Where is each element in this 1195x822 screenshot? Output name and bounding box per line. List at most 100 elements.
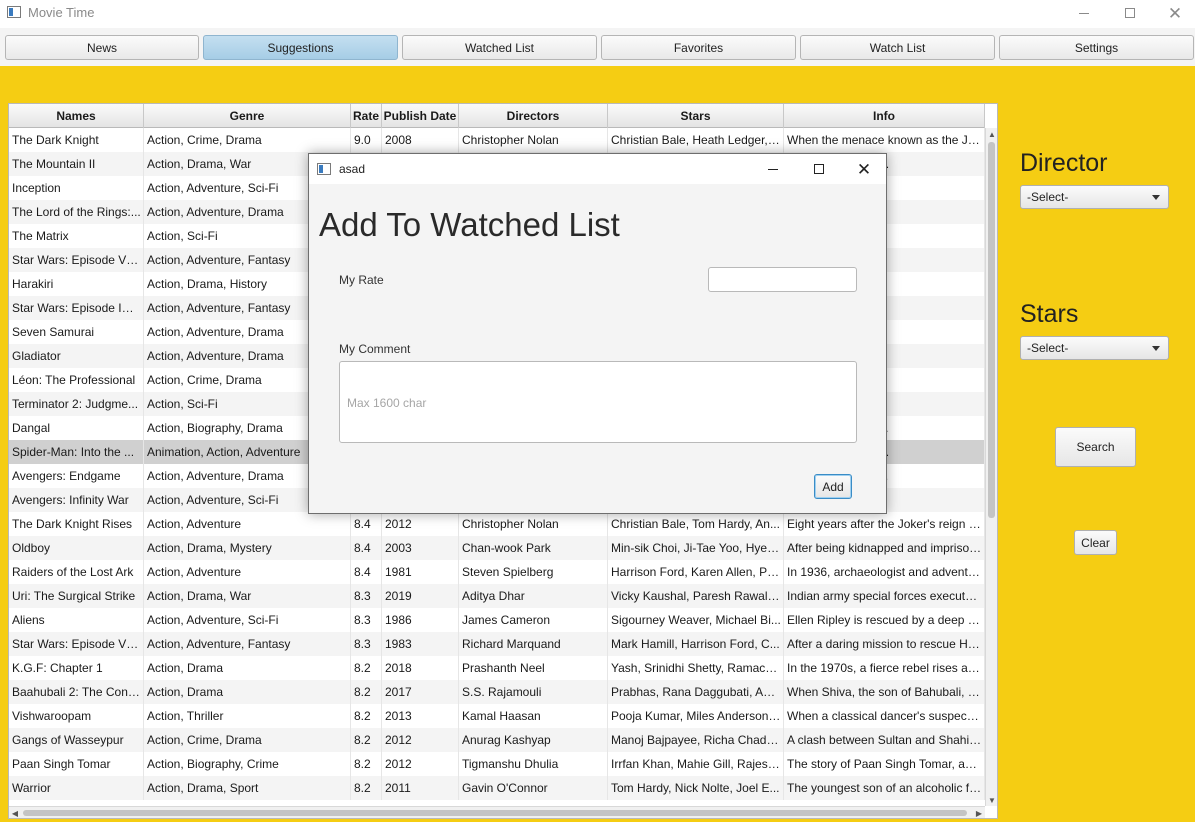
search-button[interactable]: Search [1055, 427, 1136, 467]
table-cell: Action, Drama [144, 656, 351, 680]
my-rate-input[interactable] [708, 267, 857, 292]
table-cell: Action, Drama [144, 680, 351, 704]
table-cell: Action, Crime, Drama [144, 728, 351, 752]
table-row[interactable]: Baahubali 2: The Conc... Action, Drama 8.2… [9, 680, 985, 704]
tab-news[interactable]: News [5, 35, 199, 60]
minimize-button[interactable] [1061, 0, 1107, 26]
table-cell: Star Wars: Episode IV ... [9, 296, 144, 320]
table-cell: Harakiri [9, 272, 144, 296]
table-cell: 2019 [382, 584, 459, 608]
table-row[interactable]: The Dark Knight Action, Crime, Drama 9.0 20… [9, 128, 985, 152]
clear-button[interactable]: Clear [1074, 530, 1117, 555]
my-rate-label: My Rate [339, 273, 384, 287]
table-cell: Christopher Nolan [459, 512, 608, 536]
table-cell: Gangs of Wasseypur [9, 728, 144, 752]
dialog-maximize-button[interactable] [796, 156, 842, 182]
stars-select[interactable]: -Select- [1020, 336, 1169, 360]
tab-suggestions[interactable]: Suggestions [203, 35, 398, 60]
horizontal-scroll-thumb[interactable] [23, 810, 967, 816]
scroll-right-icon[interactable]: ▶ [973, 807, 985, 818]
table-cell: Harrison Ford, Karen Allen, Pa... [608, 560, 784, 584]
table-row[interactable]: Warrior Action, Drama, Sport 8.2 2011 Gavin … [9, 776, 985, 800]
table-cell: Raiders of the Lost Ark [9, 560, 144, 584]
column-header-publish-date[interactable]: Publish Date [382, 104, 459, 128]
table-header: Names Genre Rate Publish Date Directors … [9, 104, 985, 128]
dialog-minimize-button[interactable] [750, 156, 796, 182]
table-cell: Christian Bale, Heath Ledger, ... [608, 128, 784, 152]
table-row[interactable]: Oldboy Action, Drama, Mystery 8.4 2003 Chan-… [9, 536, 985, 560]
table-row[interactable]: Star Wars: Episode VI ... Action, Adventu… [9, 632, 985, 656]
table-cell: Oldboy [9, 536, 144, 560]
table-cell: K.G.F: Chapter 1 [9, 656, 144, 680]
table-cell: Paan Singh Tomar [9, 752, 144, 776]
table-row[interactable]: K.G.F: Chapter 1 Action, Drama 8.2 2018 Pras… [9, 656, 985, 680]
table-cell: After being kidnapped and imprisoned [784, 536, 985, 560]
table-cell: 2017 [382, 680, 459, 704]
table-cell: Action, Drama, Sport [144, 776, 351, 800]
tab-settings[interactable]: Settings [999, 35, 1194, 60]
table-cell: Terminator 2: Judgme... [9, 392, 144, 416]
table-row[interactable]: Aliens Action, Adventure, Sci-Fi 8.3 1986 Ja… [9, 608, 985, 632]
table-cell: The Matrix [9, 224, 144, 248]
table-cell: Vicky Kaushal, Paresh Rawal, ... [608, 584, 784, 608]
table-cell: The Dark Knight Rises [9, 512, 144, 536]
table-cell: 2012 [382, 728, 459, 752]
table-cell: Aliens [9, 608, 144, 632]
table-row[interactable]: Paan Singh Tomar Action, Biography, Crime… [9, 752, 985, 776]
table-cell: The Lord of the Rings:... [9, 200, 144, 224]
table-row[interactable]: Raiders of the Lost Ark Action, Adventure… [9, 560, 985, 584]
table-cell: In 1936, archaeologist and adventurer [784, 560, 985, 584]
table-cell: Aditya Dhar [459, 584, 608, 608]
table-cell: Avengers: Endgame [9, 464, 144, 488]
tab-watched-list[interactable]: Watched List [402, 35, 597, 60]
table-cell: Uri: The Surgical Strike [9, 584, 144, 608]
add-button[interactable]: Add [814, 474, 852, 499]
horizontal-scrollbar[interactable]: ◀ ▶ [9, 806, 985, 818]
table-row[interactable]: Vishwaroopam Action, Thriller 8.2 2013 Kamal… [9, 704, 985, 728]
close-icon: ✕ [856, 159, 872, 179]
vertical-scroll-thumb[interactable] [988, 142, 995, 518]
table-cell: Min-sik Choi, Ji-Tae Yoo, Hye-... [608, 536, 784, 560]
table-cell: 8.2 [351, 656, 382, 680]
chevron-down-icon [1152, 195, 1160, 200]
dialog-close-button[interactable]: ✕ [841, 156, 887, 182]
my-comment-textarea[interactable] [339, 361, 857, 443]
table-cell: 9.0 [351, 128, 382, 152]
vertical-scrollbar[interactable]: ▲ ▼ [985, 128, 997, 806]
column-header-info[interactable]: Info [784, 104, 985, 128]
table-cell: The story of Paan Singh Tomar, an In. [784, 752, 985, 776]
nav-tabbar: News Suggestions Watched List Favorites … [0, 28, 1195, 66]
table-cell: Chan-wook Park [459, 536, 608, 560]
table-cell: 2003 [382, 536, 459, 560]
column-header-directors[interactable]: Directors [459, 104, 608, 128]
close-window-button[interactable]: ✕ [1152, 0, 1195, 26]
column-header-names[interactable]: Names [9, 104, 144, 128]
table-cell: Yash, Srinidhi Shetty, Ramach... [608, 656, 784, 680]
table-cell: 8.3 [351, 608, 382, 632]
stars-select-value: -Select- [1027, 341, 1069, 355]
table-cell: S.S. Rajamouli [459, 680, 608, 704]
table-cell: Action, Adventure [144, 512, 351, 536]
director-select[interactable]: -Select- [1020, 185, 1169, 209]
maximize-button[interactable] [1107, 0, 1153, 26]
table-cell: The Mountain II [9, 152, 144, 176]
column-header-stars[interactable]: Stars [608, 104, 784, 128]
table-cell: 8.4 [351, 560, 382, 584]
table-cell: 8.4 [351, 512, 382, 536]
tab-favorites[interactable]: Favorites [601, 35, 796, 60]
column-header-rate[interactable]: Rate [351, 104, 382, 128]
director-label: Director [1020, 149, 1108, 177]
scroll-left-icon[interactable]: ◀ [9, 807, 21, 818]
scroll-up-icon[interactable]: ▲ [986, 128, 997, 140]
table-row[interactable]: Uri: The Surgical Strike Action, Drama, W… [9, 584, 985, 608]
tab-watch-list[interactable]: Watch List [800, 35, 995, 60]
table-cell: 1983 [382, 632, 459, 656]
add-to-watched-dialog: asad ✕ Add To Watched List My Rate My Co… [308, 153, 887, 514]
table-row[interactable]: The Dark Knight Rises Action, Adventure 8.… [9, 512, 985, 536]
table-cell: Inception [9, 176, 144, 200]
table-row[interactable]: Gangs of Wasseypur Action, Crime, Drama 8.… [9, 728, 985, 752]
table-cell: When a classical dancer's suspecting [784, 704, 985, 728]
column-header-genre[interactable]: Genre [144, 104, 351, 128]
table-cell: Action, Drama, War [144, 584, 351, 608]
scroll-down-icon[interactable]: ▼ [986, 794, 997, 806]
